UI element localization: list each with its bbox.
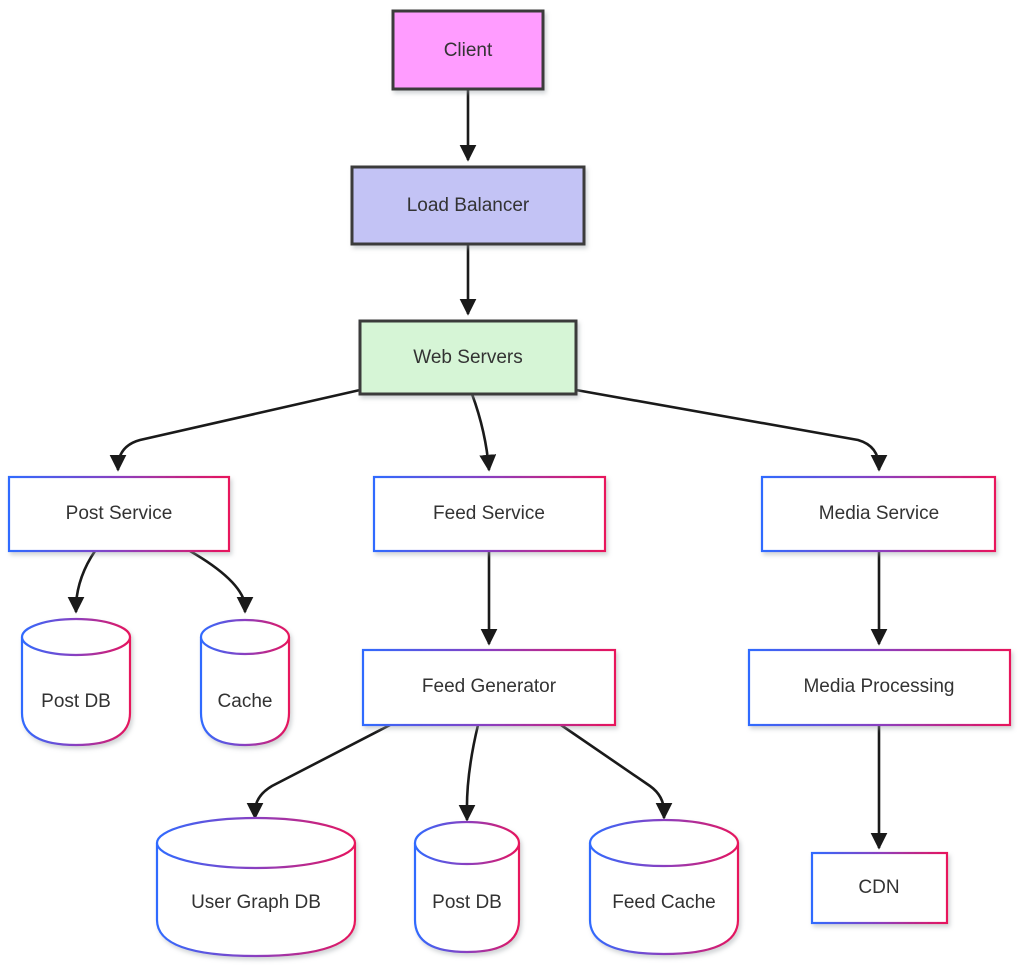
node-feed-generator[interactable]: Feed Generator: [361, 648, 617, 727]
cache-top: [199, 618, 291, 656]
node-web-servers[interactable]: Web Servers: [358, 319, 578, 396]
edge-feed-generator-to-feed-cache: [560, 723, 673, 820]
client-box[interactable]: [391, 9, 545, 91]
node-client[interactable]: Client: [391, 9, 545, 91]
edge-post-service-to-cache: [189, 549, 254, 614]
node-media-processing[interactable]: Media Processing: [747, 648, 1012, 727]
media-processing-box[interactable]: [747, 648, 1012, 727]
edge-feed-generator-to-post-db-2: [458, 724, 480, 822]
media-service-box[interactable]: [760, 475, 997, 553]
load-balancer-box[interactable]: [350, 165, 586, 246]
node-post-db[interactable]: Post DB: [20, 617, 132, 747]
edge-post-service-to-post-db: [67, 550, 97, 614]
node-media-service[interactable]: Media Service: [760, 475, 997, 553]
node-cache[interactable]: Cache: [199, 618, 291, 747]
web-servers-box[interactable]: [358, 319, 578, 396]
post-service-box[interactable]: [7, 475, 231, 553]
edge-web-servers-to-feed-service: [470, 393, 497, 472]
edge-web-servers-to-post-service: [109, 388, 361, 472]
cdn-box[interactable]: [810, 851, 949, 925]
node-post-db-2[interactable]: Post DB: [413, 820, 521, 954]
node-feed-service[interactable]: Feed Service: [372, 475, 607, 553]
node-user-graph-db[interactable]: User Graph DB: [155, 816, 357, 958]
node-post-service[interactable]: Post Service: [7, 475, 231, 553]
diagram-canvas: Client Load Balancer Web Servers Post Se…: [7, 9, 1012, 958]
node-load-balancer[interactable]: Load Balancer: [350, 165, 586, 246]
feed-cache-top: [588, 818, 740, 868]
edge-web-servers-to-media-service: [575, 388, 888, 472]
node-cdn[interactable]: CDN: [810, 851, 949, 925]
feed-generator-box[interactable]: [361, 648, 617, 727]
post-db-top: [20, 617, 132, 657]
user-graph-db-top: [155, 816, 357, 870]
post-db-2-top: [413, 820, 521, 866]
node-feed-cache[interactable]: Feed Cache: [588, 818, 740, 956]
architecture-diagram: Client Load Balancer Web Servers Post Se…: [0, 0, 1024, 968]
feed-service-box[interactable]: [372, 475, 607, 553]
